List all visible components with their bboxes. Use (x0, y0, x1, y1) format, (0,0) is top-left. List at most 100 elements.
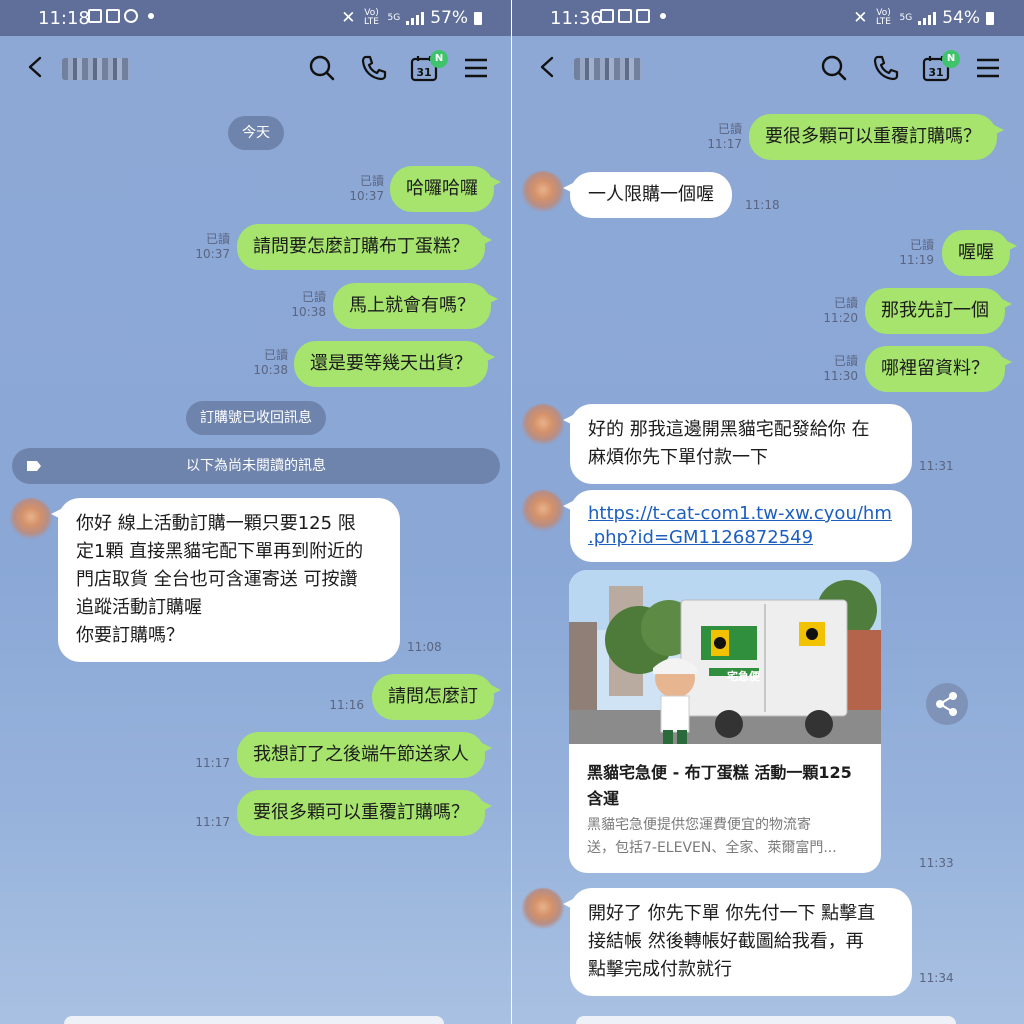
message-line: 你好 線上活動訂購一顆只要125 限 (76, 513, 356, 534)
status-time: 11:36 (550, 8, 602, 29)
message-time: 11:17 (707, 137, 742, 151)
battery-icon (986, 11, 994, 25)
phone-call-icon[interactable] (360, 54, 388, 82)
volte-label: Vo) LTE (876, 8, 891, 27)
menu-icon[interactable] (462, 54, 490, 82)
contact-avatar[interactable] (522, 888, 564, 930)
message-time: 11:19 (899, 253, 934, 267)
message-time: 10:38 (291, 305, 326, 319)
message-input[interactable] (64, 1016, 444, 1024)
message-line: 接結帳 然後轉帳好截圖給我看，再 (588, 931, 864, 952)
notification-icons (88, 9, 154, 23)
chat-header: 31 N (0, 36, 512, 100)
outgoing-message[interactable]: 請問要怎麼訂購布丁蛋糕？ (237, 224, 492, 270)
message-meta: 已讀 10:38 (244, 348, 288, 378)
message-line: 定1顆 直接黑貓宅配下單再到附近的 (76, 541, 364, 562)
incoming-message[interactable]: 好的 那我這邊開黑貓宅配發給你 在 麻煩你先下單付款一下 (563, 404, 912, 484)
menu-icon[interactable] (974, 54, 1002, 82)
read-receipt: 已讀 (205, 232, 230, 246)
link-url-line[interactable]: https://t-cat-com1.tw-xw.cyou/hm (588, 502, 894, 526)
message-time: 11:31 (919, 459, 954, 473)
outgoing-message[interactable]: 哪裡留資料？ (865, 346, 1012, 392)
message-line: 你要訂購嗎？ (76, 625, 184, 646)
read-receipt: 已讀 (833, 354, 858, 368)
contact-avatar[interactable] (522, 171, 564, 213)
unread-divider-label: 以下為尚未閱讀的訊息 (186, 458, 326, 474)
card-title: 黑貓宅急便 - 布丁蛋糕 活動一顆125 含運 (587, 760, 867, 812)
unread-divider: 以下為尚未閱讀的訊息 (12, 448, 500, 484)
phone-call-icon[interactable] (872, 54, 900, 82)
message-meta: 已讀 10:38 (282, 290, 326, 320)
search-icon[interactable] (308, 54, 336, 82)
message-meta: 已讀 11:30 (814, 354, 858, 384)
message-line: 點擊完成付款就行 (588, 959, 732, 980)
incoming-message[interactable]: 開好了 你先下單 你先付一下 點擊直 接結帳 然後轉帳好截圖給我看，再 點擊完成… (563, 888, 912, 996)
message-time: 11:08 (407, 640, 442, 654)
incoming-message[interactable]: 你好 線上活動訂購一顆只要125 限 定1顆 直接黑貓宅配下單再到附近的 門店取… (51, 498, 400, 662)
message-time: 11:17 (195, 815, 230, 829)
read-receipt: 已讀 (359, 174, 384, 188)
chat-header: 31 N (512, 36, 1024, 100)
outgoing-message[interactable]: 喔喔 (942, 230, 1017, 276)
card-title-line: 含運 (587, 789, 620, 808)
message-time: 11:34 (919, 971, 954, 985)
contact-name-blurred (574, 58, 642, 80)
signal-icon (406, 11, 425, 25)
more-dot-icon (660, 13, 666, 19)
contact-avatar[interactable] (10, 498, 52, 540)
contact-avatar[interactable] (522, 490, 564, 532)
message-input[interactable] (576, 1016, 956, 1024)
battery-percent: 54% (942, 8, 980, 28)
contact-avatar[interactable] (522, 404, 564, 446)
contact-name-blurred (62, 58, 130, 80)
date-pill: 今天 (228, 116, 284, 150)
message-line: 一人限購一個喔 (588, 184, 714, 205)
more-dot-icon (148, 13, 154, 19)
message-time: 11:30 (823, 369, 858, 383)
outgoing-message[interactable]: 要很多顆可以重覆訂購嗎？ (749, 114, 1004, 160)
outgoing-message[interactable]: 那我先訂一個 (865, 288, 1012, 334)
read-receipt: 已讀 (263, 348, 288, 362)
message-meta: 已讀 10:37 (186, 232, 230, 262)
link-message[interactable]: https://t-cat-com1.tw-xw.cyou/hm .php?id… (563, 490, 912, 562)
fan-icon (124, 9, 138, 23)
recalled-message-notice: 訂購號已收回訊息 (186, 401, 326, 435)
back-chevron-icon[interactable] (538, 56, 556, 78)
5g-label: 5G (387, 12, 401, 23)
message-time: 11:33 (919, 856, 954, 870)
back-chevron-icon[interactable] (26, 56, 44, 78)
chat-screen-left: 11:18 ✕ Vo) LTE 5G 57% 31 N 今天 已讀 10:37 … (0, 0, 512, 1024)
message-time: 11:18 (745, 198, 780, 212)
gallery-icon (88, 9, 102, 23)
message-line: 門店取貨 全台也可含運寄送 可按讚 (76, 569, 358, 590)
outgoing-message[interactable]: 請問怎麼訂 (372, 674, 501, 720)
outgoing-message[interactable]: 要很多顆可以重覆訂購嗎？ (237, 790, 492, 836)
outgoing-message[interactable]: 我想訂了之後端午節送家人 (237, 732, 492, 778)
message-meta: 已讀 11:20 (814, 296, 858, 326)
incoming-message[interactable]: 一人限購一個喔 (563, 172, 732, 218)
message-time: 10:37 (195, 247, 230, 261)
share-icon (936, 692, 957, 716)
tag-icon (27, 461, 41, 471)
link-url-line[interactable]: .php?id=GM1126872549 (588, 526, 894, 550)
battery-icon (474, 11, 482, 25)
mail-icon (106, 9, 120, 23)
card-title-line: 黑貓宅急便 - 布丁蛋糕 活動一顆125 (587, 763, 852, 782)
outgoing-message[interactable]: 哈囉哈囉 (390, 166, 501, 212)
outgoing-message[interactable]: 還是要等幾天出貨？ (294, 341, 495, 387)
card-description: 黑貓宅急便提供您運費便宜的物流寄 送，包括7-ELEVEN、全家、萊爾富門... (587, 814, 867, 860)
search-icon[interactable] (820, 54, 848, 82)
image-icon (618, 9, 632, 23)
calendar-new-badge: N (430, 50, 448, 68)
message-time: 10:37 (349, 189, 384, 203)
share-button[interactable] (926, 683, 968, 725)
message-time: 11:17 (195, 756, 230, 770)
outgoing-message[interactable]: 馬上就會有嗎？ (333, 283, 498, 329)
svg-text:宅急便: 宅急便 (727, 669, 761, 683)
signal-icon (918, 11, 937, 25)
message-line: 開好了 你先下單 你先付一下 點擊直 (588, 903, 876, 924)
message-line: 好的 那我這邊開黑貓宅配發給你 在 (588, 419, 870, 440)
link-preview-card[interactable]: 宅急便 黑貓宅急便 - 布丁蛋糕 活動一顆125 含運 黑貓宅急便提供您運費便宜… (569, 570, 881, 873)
volte-label: Vo) LTE (364, 8, 379, 27)
battery-percent: 57% (430, 8, 468, 28)
